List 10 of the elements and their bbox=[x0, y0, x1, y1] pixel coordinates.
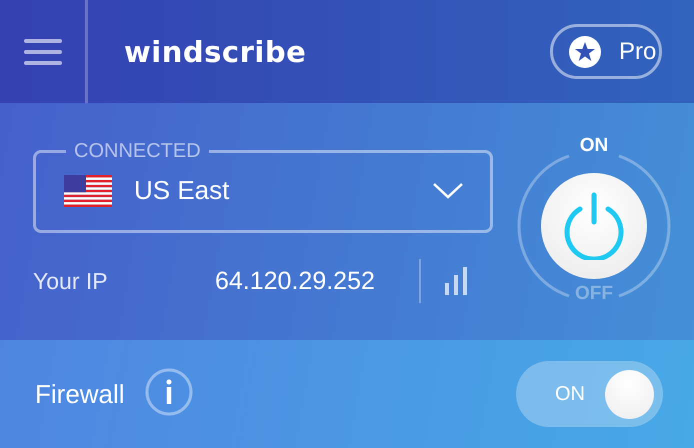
location-name: US East bbox=[134, 175, 230, 206]
connection-status: CONNECTED bbox=[73, 140, 202, 163]
off-label: OFF bbox=[574, 283, 614, 305]
firewall-label: Firewall bbox=[35, 378, 125, 410]
ip-label: Your IP bbox=[33, 268, 109, 294]
pro-button[interactable]: Pro bbox=[550, 24, 662, 79]
app-logo: windscribe bbox=[124, 34, 308, 68]
on-label: ON bbox=[578, 135, 610, 157]
ip-address: 64.120.29.252 bbox=[215, 266, 376, 296]
location-selector[interactable]: CONNECTED US East bbox=[33, 140, 493, 233]
